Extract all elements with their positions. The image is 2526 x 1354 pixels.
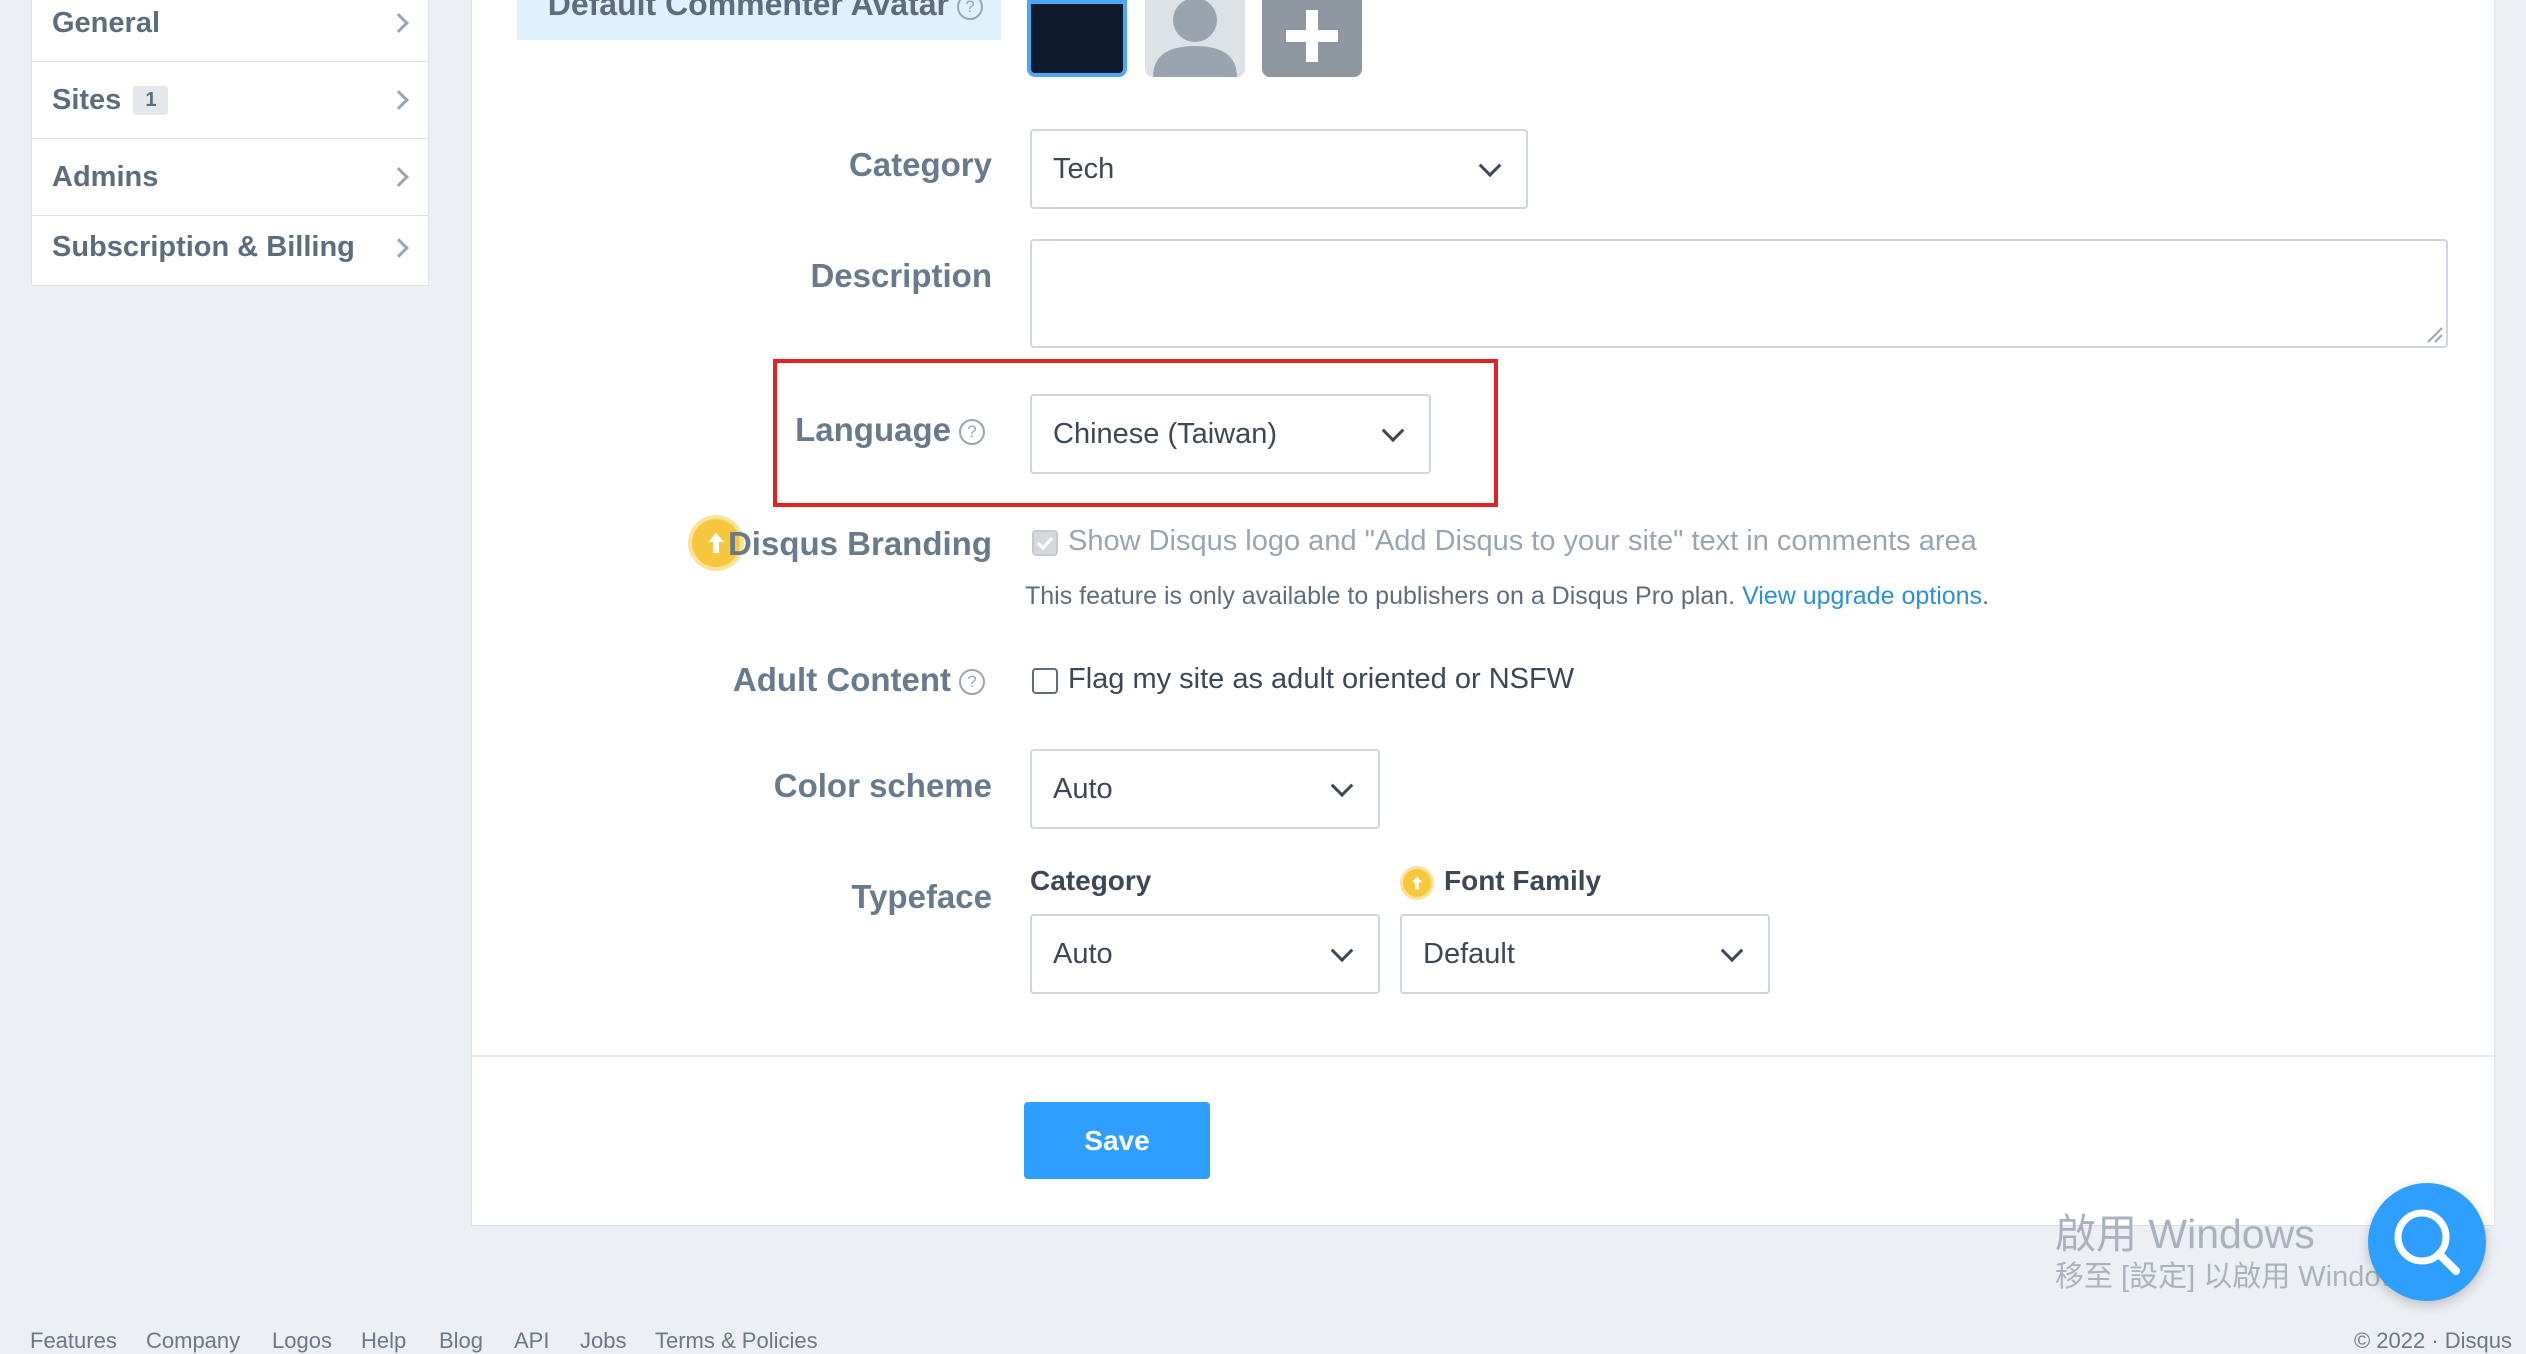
person-icon [1153, 0, 1237, 77]
branding-checkbox[interactable] [1032, 530, 1058, 556]
sidebar-item-label: Sites [52, 83, 122, 116]
question-mark-circle-icon[interactable]: ? [957, 0, 983, 20]
footer-copyright: © 2022 · Disqus [2353, 1328, 2512, 1353]
footer-link-jobs[interactable]: Jobs [580, 1328, 626, 1354]
sidebar-item-label: Admins [52, 160, 159, 193]
avatar-label-banner: Default Commenter Avatar? [517, 0, 1001, 40]
windows-activation-watermark-title: 啟用 Windows [2055, 1211, 2315, 1257]
sidebar-item-subscription-billing[interactable]: Subscription & Billing [32, 209, 428, 286]
add-avatar-button[interactable] [1262, 0, 1362, 77]
typeface-category-label: Category [1030, 865, 1152, 896]
category-label: Category [848, 146, 992, 183]
sidebar-item-admins[interactable]: Admins [32, 139, 428, 216]
category-select-value: Tech [1053, 152, 1115, 185]
disqus-branding-label: Disqus Branding [727, 525, 992, 562]
font-family-select-value: Default [1423, 937, 1515, 970]
color-scheme-select[interactable]: Auto [1030, 749, 1380, 829]
chevron-down-icon [1381, 419, 1405, 443]
avatar-label: Default Commenter Avatar? [548, 0, 983, 23]
footer-link-logos[interactable]: Logos [272, 1328, 332, 1354]
language-select-value: Chinese (Taiwan) [1053, 417, 1278, 450]
footer-link-company[interactable]: Company [146, 1328, 240, 1354]
chevron-right-icon [389, 167, 409, 187]
branding-checkbox-text: Show Disqus logo and "Add Disqus to your… [1068, 525, 1977, 557]
sidebar-item-sites[interactable]: Sites 1 [32, 62, 428, 139]
resize-handle-icon[interactable] [2424, 324, 2444, 344]
chevron-down-icon [1720, 939, 1744, 963]
sidebar-item-general[interactable]: General [32, 0, 428, 62]
footer-link-help[interactable]: Help [361, 1328, 406, 1354]
avatar-option-night-sky[interactable] [1027, 0, 1127, 77]
chevron-down-icon [1478, 154, 1502, 178]
font-family-select[interactable]: Default [1400, 914, 1770, 994]
sidebar-item-label: General [52, 6, 160, 39]
plus-icon [1286, 10, 1338, 62]
chevron-right-icon [389, 13, 409, 33]
typeface-label: Typeface [851, 878, 992, 915]
search-icon [2394, 1209, 2460, 1275]
question-mark-circle-icon[interactable]: ? [959, 669, 985, 696]
save-button[interactable]: Save [1024, 1102, 1210, 1179]
description-textarea[interactable] [1030, 239, 2448, 348]
footer-link-blog[interactable]: Blog [439, 1328, 483, 1354]
typeface-category-select[interactable]: Auto [1030, 914, 1380, 994]
sites-count-badge: 1 [133, 85, 169, 115]
color-scheme-label: Color scheme [773, 767, 992, 804]
language-label: Language? [795, 411, 985, 449]
branding-note: This feature is only available to publis… [1025, 582, 1990, 610]
chevron-right-icon [389, 90, 409, 110]
adult-content-checkbox[interactable] [1032, 668, 1058, 694]
checkmark-icon [1036, 536, 1054, 551]
search-fab-button[interactable] [2368, 1183, 2486, 1301]
adult-content-checkbox-text: Flag my site as adult oriented or NSFW [1068, 663, 1575, 695]
chevron-down-icon [1330, 774, 1354, 798]
font-family-label: Font Family [1444, 865, 1602, 896]
arrow-up-circle-icon[interactable] [1403, 869, 1431, 897]
footer-link-features[interactable]: Features [30, 1328, 117, 1354]
chevron-down-icon [1330, 939, 1354, 963]
language-select[interactable]: Chinese (Taiwan) [1030, 394, 1431, 474]
adult-content-label: Adult Content? [733, 661, 985, 699]
typeface-category-select-value: Auto [1053, 937, 1113, 970]
category-select[interactable]: Tech [1030, 129, 1528, 209]
avatar-option-default-person[interactable] [1145, 0, 1245, 77]
footer-link-terms-policies[interactable]: Terms & Policies [655, 1328, 818, 1354]
color-scheme-select-value: Auto [1053, 772, 1113, 805]
footer-link-api[interactable]: API [514, 1328, 549, 1354]
question-mark-circle-icon[interactable]: ? [959, 419, 985, 446]
settings-sidebar: General Sites 1 Admins Subscription & Bi… [31, 0, 429, 286]
panel-divider [472, 1055, 2494, 1057]
sidebar-item-label: Subscription & Billing [52, 231, 355, 263]
chevron-right-icon [389, 237, 409, 258]
description-label: Description [810, 257, 992, 294]
view-upgrade-options-link[interactable]: View upgrade options [1742, 582, 1982, 610]
